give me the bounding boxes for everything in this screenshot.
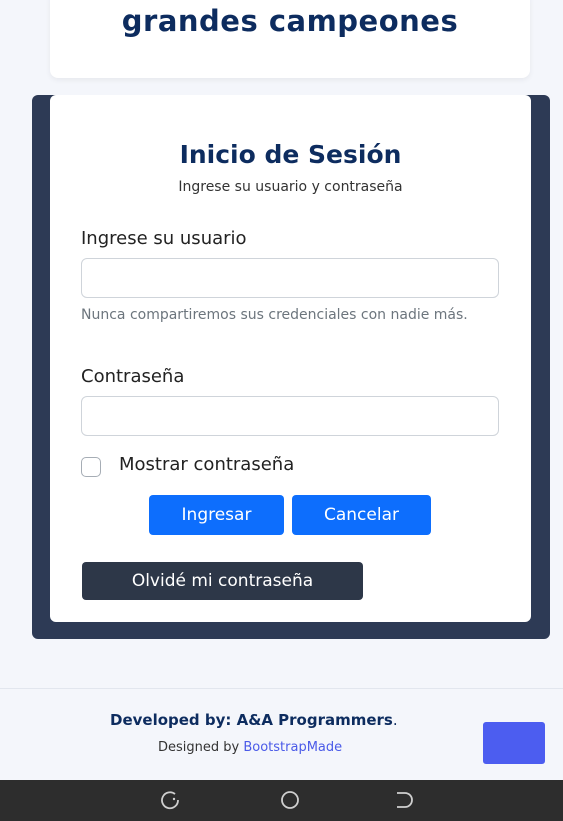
footer-developer-text: Developed by: A&A Programmers bbox=[110, 711, 393, 729]
forgot-password-button[interactable]: Olvidé mi contraseña bbox=[82, 562, 363, 600]
footer-developer-credit: Developed by: A&A Programmers. bbox=[110, 711, 398, 729]
back-icon[interactable] bbox=[393, 788, 417, 812]
home-icon[interactable] bbox=[278, 788, 302, 812]
show-password-label[interactable]: Mostrar contraseña bbox=[119, 454, 294, 475]
username-input[interactable] bbox=[81, 258, 499, 298]
password-label: Contraseña bbox=[81, 366, 185, 387]
android-navigation-bar bbox=[0, 780, 563, 821]
hero-title: grandes campeones bbox=[121, 4, 459, 38]
hero-card: grandes campeones bbox=[50, 0, 530, 78]
password-input[interactable] bbox=[81, 396, 499, 436]
footer: Developed by: A&A Programmers. Designed … bbox=[0, 688, 563, 780]
show-password-checkbox[interactable] bbox=[81, 457, 101, 477]
footer-developer-suffix: . bbox=[392, 711, 398, 729]
username-label: Ingrese su usuario bbox=[81, 228, 247, 249]
footer-designer-credit: Designed by BootstrapMade bbox=[158, 740, 342, 755]
recent-apps-icon[interactable] bbox=[158, 788, 182, 812]
login-subtitle: Ingrese su usuario y contraseña bbox=[178, 179, 403, 195]
cancel-button[interactable]: Cancelar bbox=[292, 495, 431, 535]
page: grandes campeones Inicio de Sesión Ingre… bbox=[0, 0, 563, 821]
back-to-top-button[interactable] bbox=[483, 722, 545, 764]
login-title: Inicio de Sesión bbox=[179, 140, 402, 169]
bootstrapmade-link[interactable]: BootstrapMade bbox=[243, 740, 342, 755]
footer-designer-prefix: Designed by bbox=[158, 740, 240, 755]
login-card: Inicio de Sesión Ingrese su usuario y co… bbox=[50, 95, 531, 622]
username-help-text: Nunca compartiremos sus credenciales con… bbox=[81, 307, 468, 323]
login-button[interactable]: Ingresar bbox=[149, 495, 284, 535]
